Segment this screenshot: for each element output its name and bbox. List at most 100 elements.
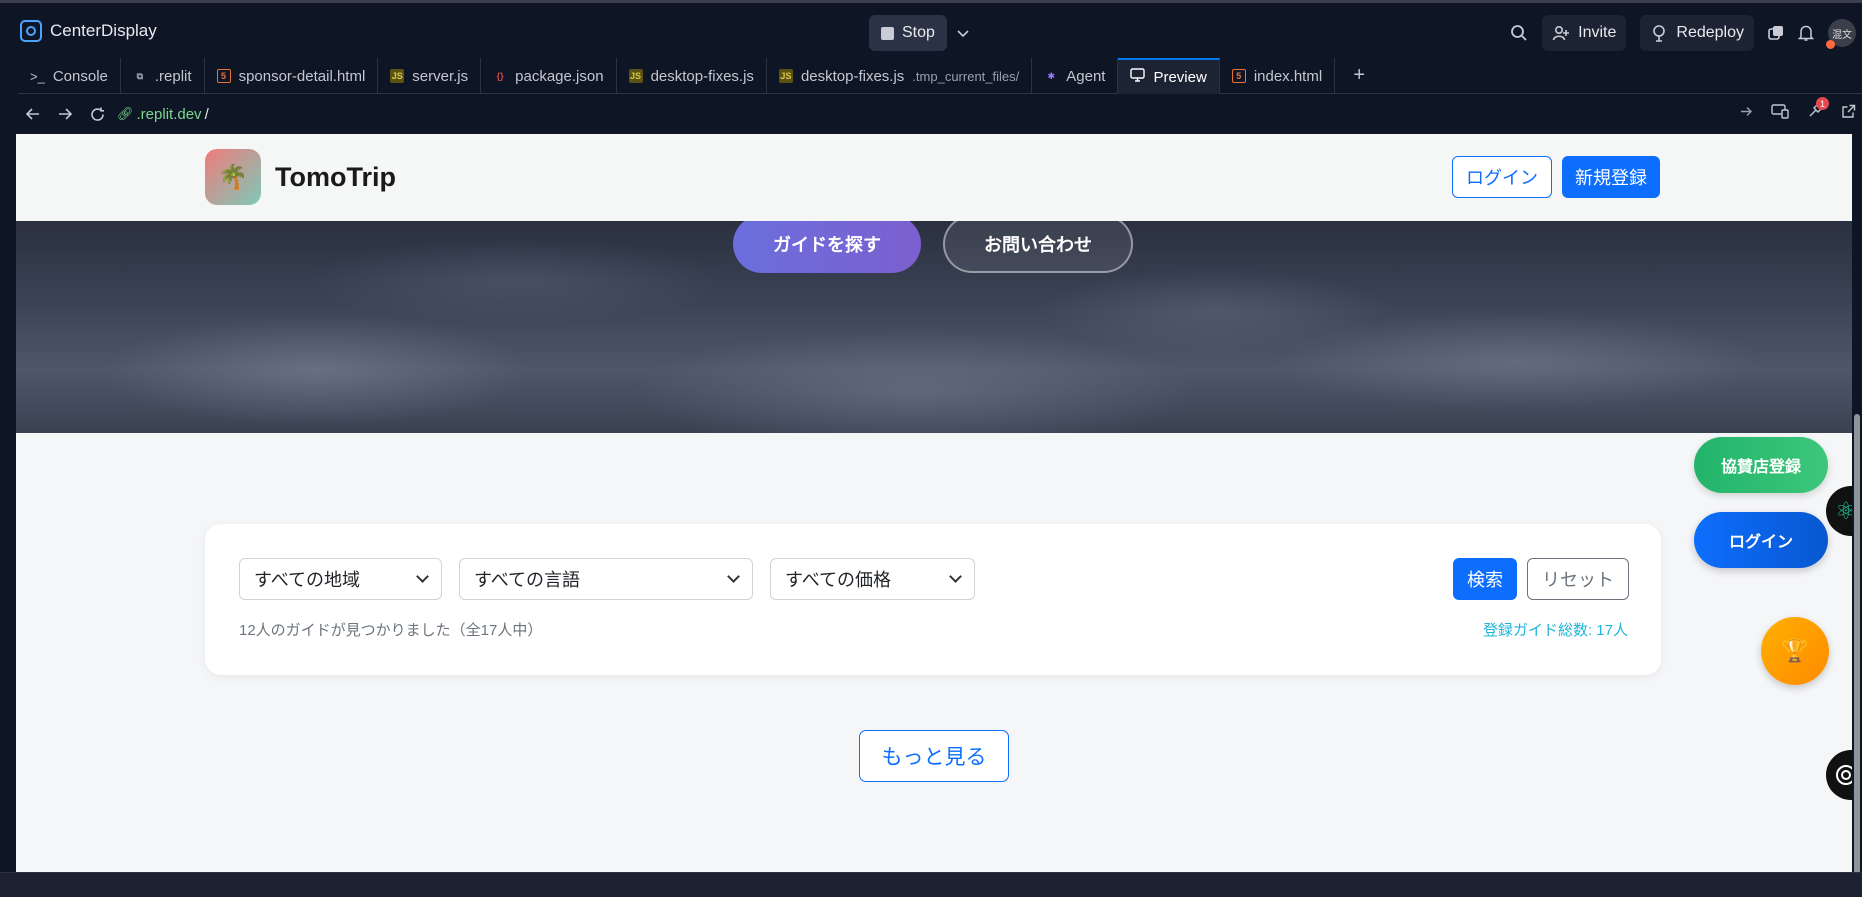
region-select[interactable]: すべての地域	[239, 558, 442, 600]
deploy-icon	[1650, 24, 1668, 42]
devtools-icon[interactable]: 1	[1807, 97, 1829, 119]
site-header: 🌴 TomoTrip ログイン 新規登録	[16, 134, 1852, 221]
redeploy-label: Redeploy	[1676, 24, 1744, 41]
load-more-button[interactable]: もっと見る	[859, 730, 1009, 782]
tab-preview[interactable]: Preview	[1118, 58, 1220, 94]
link-icon: 🔗︎	[117, 106, 134, 121]
tab-label: desktop-fixes.js	[800, 67, 905, 85]
invite-button[interactable]: Invite	[1542, 15, 1627, 51]
back-arrow-icon[interactable]	[26, 107, 40, 121]
url-bar-actions: 1	[1740, 97, 1856, 119]
forward-arrow-icon[interactable]	[58, 107, 72, 121]
floating-login-button[interactable]: ログイン	[1694, 512, 1828, 568]
js-file-icon: JS	[628, 69, 643, 83]
redeploy-button[interactable]: Redeploy	[1640, 15, 1754, 51]
language-select-value: すべての言語	[474, 570, 581, 590]
agent-icon: ✱	[1047, 70, 1056, 81]
tab-label: index.html	[1253, 67, 1323, 85]
topbar-actions: Invite Redeploy 混文	[1510, 15, 1862, 51]
tab-desktop-fixes-js[interactable]: JS desktop-fixes.js	[617, 58, 767, 94]
add-user-icon	[1552, 24, 1570, 42]
result-count-text: 12人のガイドが見つかりました（全17人中）	[239, 622, 543, 639]
header-register-button[interactable]: 新規登録	[1562, 156, 1660, 198]
taskbar	[0, 872, 1862, 897]
stop-icon	[881, 26, 894, 40]
tab-index-html[interactable]: 5 index.html	[1220, 58, 1336, 94]
add-tab-button[interactable]: +	[1335, 58, 1383, 93]
open-external-icon[interactable]	[1841, 104, 1856, 119]
tab-label: Preview	[1153, 68, 1207, 86]
html-file-icon: 5	[1231, 69, 1246, 83]
monitor-icon	[1130, 68, 1146, 86]
chatgpt-extension-icon[interactable]	[1826, 750, 1852, 800]
search-button[interactable]: 検索	[1453, 558, 1517, 600]
app-title[interactable]: CenterDisplay	[20, 20, 157, 42]
js-file-icon: JS	[390, 69, 405, 83]
tab-label: desktop-fixes.js	[650, 67, 754, 85]
url-domain: .replit.dev	[136, 105, 202, 123]
js-file-icon: JS	[778, 69, 793, 83]
json-file-icon: {}	[496, 71, 504, 81]
go-arrow-icon[interactable]	[1740, 105, 1753, 118]
tab-label: Console	[52, 67, 108, 85]
ide-topbar: CenterDisplay Stop Invite Redeploy 混文	[0, 0, 1862, 58]
tab-replit[interactable]: ⧉ .replit	[121, 58, 205, 94]
devtools-badge: 1	[1816, 97, 1829, 110]
floating-sponsor-register-button[interactable]: 協賛店登録	[1694, 437, 1828, 493]
url-field[interactable]: 🔗︎ .replit.dev /	[117, 106, 209, 123]
price-select[interactable]: すべての価格	[770, 558, 975, 600]
scrollbar-thumb[interactable]	[1854, 414, 1860, 874]
copy-window-icon[interactable]	[1768, 25, 1784, 41]
contact-button[interactable]: お問い合わせ	[943, 221, 1133, 273]
language-select[interactable]: すべての言語	[459, 558, 753, 600]
search-icon[interactable]	[1510, 24, 1528, 42]
tab-agent[interactable]: ✱ Agent	[1032, 58, 1119, 94]
chevron-down-icon	[727, 570, 740, 583]
palm-tree-logo-icon: 🌴	[205, 149, 261, 205]
replit-file-icon: ⧉	[136, 70, 144, 81]
app-logo-icon	[20, 20, 42, 42]
brand-name: TomoTrip	[275, 161, 396, 192]
brand-emoji: 🌴	[218, 163, 248, 191]
devices-icon[interactable]	[1771, 103, 1789, 119]
stop-button[interactable]: Stop	[869, 15, 947, 51]
preview-url-bar: 🔗︎ .replit.dev/ 1	[18, 95, 1862, 133]
hero-section: ガイドを探す お問い合わせ	[16, 221, 1852, 433]
invite-label: Invite	[1578, 24, 1617, 41]
bell-icon[interactable]	[1798, 24, 1814, 42]
chevron-down-icon[interactable]	[957, 25, 969, 41]
tab-label: sponsor-detail.html	[238, 67, 366, 85]
chevron-down-icon	[416, 570, 429, 583]
find-guide-button[interactable]: ガイドを探す	[733, 221, 921, 273]
search-filter-card: すべての地域 すべての言語 すべての価格 検索 リセット 12人のガイドが見つか…	[205, 524, 1661, 675]
tab-sublabel: .tmp_current_files/	[912, 68, 1020, 84]
editor-tab-bar: >_ Console ⧉ .replit 5 sponsor-detail.ht…	[18, 58, 1862, 94]
app-title-label: CenterDisplay	[50, 21, 157, 40]
total-guides-text: 登録ガイド総数: 17人	[1482, 622, 1628, 639]
tab-label: Agent	[1066, 67, 1106, 85]
trophy-icon: 🏆	[1781, 638, 1809, 663]
run-controls: Stop	[869, 15, 969, 51]
tab-sponsor-detail-html[interactable]: 5 sponsor-detail.html	[205, 58, 379, 94]
html-file-icon: 5	[216, 69, 231, 83]
preview-scrollbar[interactable]	[1852, 134, 1862, 874]
avatar[interactable]: 混文	[1826, 19, 1856, 49]
stop-label: Stop	[902, 24, 935, 41]
reload-icon[interactable]	[90, 107, 105, 122]
preview-viewport: 🌴 TomoTrip ログイン 新規登録 ガイドを探す お問い合わせ すべての地…	[16, 134, 1852, 872]
tab-desktop-fixes-js-tmp[interactable]: JS desktop-fixes.js .tmp_current_files/	[767, 58, 1033, 94]
price-select-value: すべての価格	[785, 570, 892, 590]
atom-extension-icon[interactable]: ⚛	[1826, 486, 1852, 536]
brand[interactable]: 🌴 TomoTrip	[205, 149, 396, 205]
tab-console[interactable]: >_ Console	[18, 58, 121, 94]
tab-label: server.js	[412, 67, 469, 85]
tab-package-json[interactable]: {} package.json	[481, 58, 617, 94]
tab-label: .replit	[154, 67, 192, 85]
avatar-text: 混文	[1832, 29, 1852, 41]
chevron-down-icon	[949, 570, 962, 583]
reset-button[interactable]: リセット	[1527, 558, 1629, 600]
region-select-value: すべての地域	[254, 570, 361, 590]
header-login-button[interactable]: ログイン	[1452, 156, 1552, 198]
trophy-button[interactable]: 🏆	[1761, 617, 1829, 685]
tab-server-js[interactable]: JS server.js	[378, 58, 482, 94]
